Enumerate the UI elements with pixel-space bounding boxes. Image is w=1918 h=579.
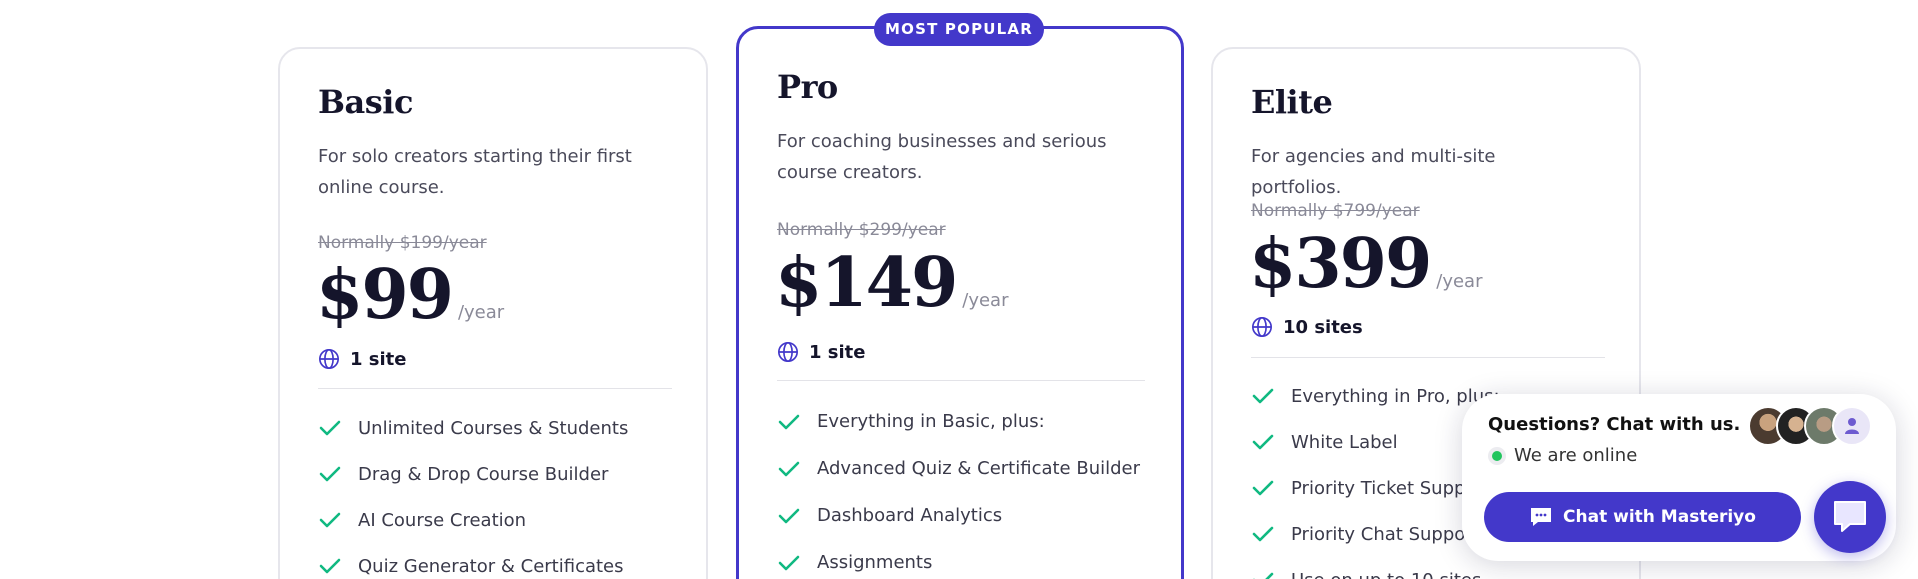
check-icon: [1252, 480, 1274, 496]
feature-label: Unlimited Courses & Students: [358, 417, 629, 439]
plan-card-pro: Pro For coaching businesses and serious …: [736, 26, 1184, 579]
avatar: [1832, 406, 1872, 446]
chat-with-masteriyo-button[interactable]: Chat with Masteriyo: [1484, 492, 1801, 542]
sites-count: 1 site: [318, 348, 407, 370]
check-icon: [319, 512, 341, 528]
list-item: AI Course Creation: [318, 497, 628, 543]
user-icon: [1845, 418, 1859, 434]
check-icon: [1252, 526, 1274, 542]
feature-label: Advanced Quiz & Certificate Builder: [817, 458, 1141, 479]
globe-icon: [1252, 317, 1272, 337]
plan-description: For agencies and multi-site portfolios.: [1251, 146, 1496, 198]
divider: [777, 380, 1145, 381]
sites-count: 10 sites: [1251, 316, 1363, 338]
online-status: We are online: [1488, 445, 1637, 466]
list-item: Everything in Pro, plus:: [1251, 373, 1500, 419]
price-period: /year: [457, 302, 505, 323]
price-period: /year: [962, 290, 1009, 311]
price: $99: [316, 255, 454, 335]
normal-price: Normally $799/year: [1251, 201, 1420, 221]
list-item: Everything in Basic, plus:: [777, 398, 1140, 445]
plan-name: Basic: [318, 83, 413, 121]
check-icon: [1252, 434, 1274, 450]
plan-description: For coaching businesses and serious cour…: [777, 131, 1107, 183]
list-item: Use on up to 10 sites: [1251, 557, 1500, 579]
sites-label: 10 sites: [1283, 316, 1363, 338]
price-period: /year: [1436, 271, 1483, 292]
check-icon: [778, 555, 800, 570]
sites-count: 1 site: [777, 341, 866, 363]
feature-label: White Label: [1291, 431, 1398, 453]
price: $399: [1249, 224, 1432, 304]
feature-label: Drag & Drop Course Builder: [358, 463, 609, 485]
sites-label: 1 site: [350, 348, 407, 370]
chat-launcher-button[interactable]: [1814, 481, 1886, 553]
feature-label: Use on up to 10 sites: [1291, 570, 1481, 579]
check-icon: [319, 420, 341, 436]
divider: [318, 388, 672, 389]
feature-list: Unlimited Courses & Students Drag & Drop…: [318, 405, 628, 579]
feature-label: Dashboard Analytics: [817, 505, 1003, 526]
agent-avatars: [1748, 406, 1872, 446]
price-row: $99 /year: [316, 261, 504, 329]
normal-price: Normally $299/year: [777, 220, 946, 240]
globe-icon: [778, 342, 798, 362]
most-popular-badge: MOST POPULAR: [874, 13, 1044, 46]
chat-bubble-icon: [1834, 501, 1866, 532]
check-icon: [778, 414, 800, 429]
online-status-label: We are online: [1514, 445, 1638, 466]
globe-icon: [319, 349, 339, 369]
check-icon: [1253, 572, 1274, 579]
list-item: Dashboard Analytics: [777, 492, 1140, 539]
price-row: $399 /year: [1249, 230, 1483, 298]
feature-label: Assignments: [817, 552, 933, 573]
chat-bubble-icon: [1531, 508, 1552, 526]
online-dot-icon: [1488, 446, 1506, 465]
price-row: $149 /year: [775, 249, 1009, 317]
list-item: Unlimited Courses & Students: [318, 405, 628, 451]
feature-label: Priority Ticket Support: [1291, 477, 1491, 499]
feature-label: Everything in Pro, plus:: [1291, 385, 1500, 407]
check-icon: [1252, 388, 1274, 404]
feature-list: Everything in Basic, plus: Advanced Quiz…: [777, 398, 1140, 579]
check-icon: [778, 508, 800, 523]
list-item: Drag & Drop Course Builder: [318, 451, 628, 497]
price: $149: [775, 243, 958, 323]
check-icon: [319, 558, 341, 574]
normal-price: Normally $199/year: [318, 233, 487, 253]
plan-card-basic: Basic For solo creators starting their f…: [278, 47, 708, 579]
list-item: Quiz Generator & Certificates: [318, 543, 628, 579]
divider: [1251, 357, 1605, 358]
chat-button-label: Chat with Masteriyo: [1563, 507, 1756, 527]
check-icon: [319, 466, 341, 482]
feature-label: Everything in Basic, plus:: [817, 411, 1045, 432]
feature-label: Quiz Generator & Certificates: [358, 555, 624, 577]
sites-label: 1 site: [809, 341, 866, 363]
check-icon: [778, 461, 800, 476]
list-item: Assignments: [777, 539, 1140, 579]
chat-title: Questions? Chat with us.: [1488, 414, 1741, 435]
feature-label: Priority Chat Support: [1291, 523, 1480, 545]
plan-description: For solo creators starting their first o…: [318, 146, 632, 198]
feature-label: AI Course Creation: [358, 509, 527, 531]
plan-name: Elite: [1251, 83, 1333, 121]
list-item: Advanced Quiz & Certificate Builder: [777, 445, 1140, 492]
plan-name: Pro: [777, 68, 838, 106]
